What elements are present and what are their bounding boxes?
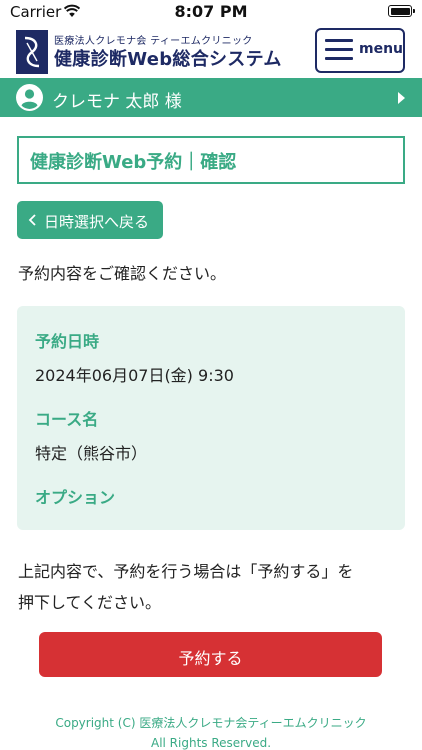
back-to-date-selection-button[interactable]: 日時選択へ戻る [17, 201, 163, 239]
user-bar[interactable]: クレモナ 太郎 様 [0, 78, 422, 117]
datetime-label: 予約日時 [35, 332, 100, 351]
course-label: コース名 [35, 410, 99, 429]
option-label: オプション [35, 488, 116, 507]
user-avatar-icon [16, 84, 43, 111]
system-title: 健康診断Web総合システム [54, 49, 282, 70]
clinic-logo [16, 30, 48, 74]
menu-label: menu [359, 41, 404, 57]
confirmation-note-line2: 押下してください。 [18, 593, 162, 612]
back-button-label: 日時選択へ戻る [44, 213, 150, 231]
reserve-button[interactable]: 予約する [39, 632, 382, 677]
page-title: 健康診断Web予約｜確認 [30, 152, 237, 173]
menu-button[interactable]: menu [315, 28, 405, 73]
confirmation-note-line1: 上記内容で、予約を行う場合は「予約する」を [18, 562, 354, 581]
chevron-left-icon [28, 214, 36, 226]
page-title-box: 健康診断Web予約｜確認 [17, 136, 405, 184]
app-header: 医療法人クレモナ会 ティーエムクリニック 健康診断Web総合システム menu [0, 24, 422, 78]
clock: 8:07 PM [174, 2, 248, 21]
reserve-button-label: 予約する [178, 649, 243, 668]
datetime-value: 2024年06月07日(金) 9:30 [35, 366, 234, 385]
hamburger-icon [325, 39, 353, 63]
copyright-line1: Copyright (C) 医療法人クレモナ会ティーエムクリニック [55, 716, 367, 730]
confirmation-note: 上記内容で、予約を行う場合は「予約する」を 押下してください。 [18, 556, 353, 618]
status-bar: Carrier 8:07 PM [0, 0, 422, 24]
copyright-line2: All Rights Reserved. [150, 736, 272, 750]
battery-icon [388, 5, 415, 17]
reservation-summary-panel: 予約日時 2024年06月07日(金) 9:30 コース名 特定（熊谷市） オプ… [17, 306, 405, 530]
instruction-text: 予約内容をご確認ください。 [18, 264, 227, 283]
course-value: 特定（熊谷市） [35, 444, 148, 463]
user-name: クレモナ 太郎 様 [52, 92, 182, 112]
chevron-right-icon [398, 92, 405, 104]
